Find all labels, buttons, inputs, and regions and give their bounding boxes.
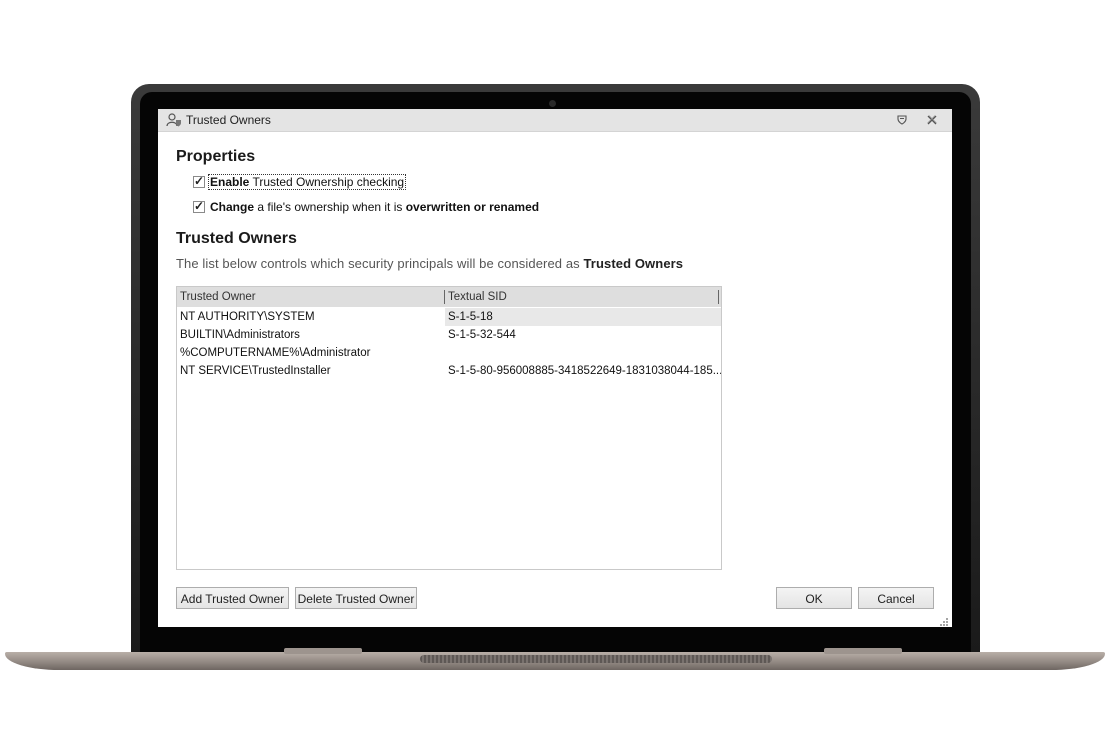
table-row[interactable]: NT AUTHORITY\SYSTEM S-1-5-18 xyxy=(177,308,721,326)
laptop-hinge-left xyxy=(284,648,362,654)
laptop-hinge-right xyxy=(824,648,902,654)
dialog-content: Properties Enable Trusted Ownership chec… xyxy=(158,132,952,627)
trusted-owners-list[interactable]: Trusted Owner Textual SID NT AUTHORITY\S… xyxy=(176,286,722,570)
laptop-speaker-grille xyxy=(420,655,772,663)
owner-cell: NT SERVICE\TrustedInstaller xyxy=(180,365,331,377)
trusted-owner-icon xyxy=(166,112,182,128)
ok-button[interactable]: OK xyxy=(776,587,852,609)
column-header-textual-sid[interactable]: Textual SID xyxy=(448,291,507,303)
window-title: Trusted Owners xyxy=(186,113,271,127)
checkbox-change-label: Change a file's ownership when it is ove… xyxy=(210,200,540,214)
owner-cell: %COMPUTERNAME%\Administrator xyxy=(180,347,371,359)
sid-cell: S-1-5-18 xyxy=(445,308,721,326)
owner-cell: NT AUTHORITY\SYSTEM xyxy=(180,311,315,323)
cancel-button[interactable]: Cancel xyxy=(858,587,934,609)
column-resize-handle[interactable] xyxy=(444,290,445,304)
sid-cell xyxy=(445,344,721,362)
column-resize-handle-end[interactable] xyxy=(718,290,719,304)
change-ownership-checkbox[interactable]: Change a file's ownership when it is ove… xyxy=(193,199,540,214)
trusted-owners-dialog: Trusted Owners Properties Enable Trusted… xyxy=(158,109,952,627)
delete-trusted-owner-button[interactable]: Delete Trusted Owner xyxy=(295,587,417,609)
trusted-owners-description: The list below controls which security p… xyxy=(176,256,684,271)
owner-cell: BUILTIN\Administrators xyxy=(180,329,300,341)
close-icon[interactable] xyxy=(924,112,940,128)
add-trusted-owner-button[interactable]: Add Trusted Owner xyxy=(176,587,289,609)
title-bar[interactable]: Trusted Owners xyxy=(158,109,952,132)
checkbox-change[interactable] xyxy=(193,199,205,213)
trusted-owners-heading: Trusted Owners xyxy=(176,230,297,247)
table-row[interactable]: %COMPUTERNAME%\Administrator xyxy=(177,344,721,362)
help-icon[interactable] xyxy=(894,112,910,128)
sid-cell: S-1-5-32-544 xyxy=(448,329,516,341)
properties-heading: Properties xyxy=(176,148,256,165)
checkbox-enable-label: Enable Trusted Ownership checking xyxy=(207,174,407,190)
checkbox-enable[interactable] xyxy=(193,174,205,188)
laptop-camera xyxy=(549,100,556,107)
column-header-trusted-owner[interactable]: Trusted Owner xyxy=(180,291,256,303)
list-header: Trusted Owner Textual SID xyxy=(177,287,721,307)
resize-grip-icon[interactable] xyxy=(939,614,949,626)
sid-cell: S-1-5-80-956008885-3418522649-1831038044… xyxy=(448,365,721,377)
enable-trusted-ownership-checkbox[interactable]: Enable Trusted Ownership checking xyxy=(193,174,407,190)
table-row[interactable]: BUILTIN\Administrators S-1-5-32-544 xyxy=(177,326,721,344)
table-row[interactable]: NT SERVICE\TrustedInstaller S-1-5-80-956… xyxy=(177,362,721,380)
